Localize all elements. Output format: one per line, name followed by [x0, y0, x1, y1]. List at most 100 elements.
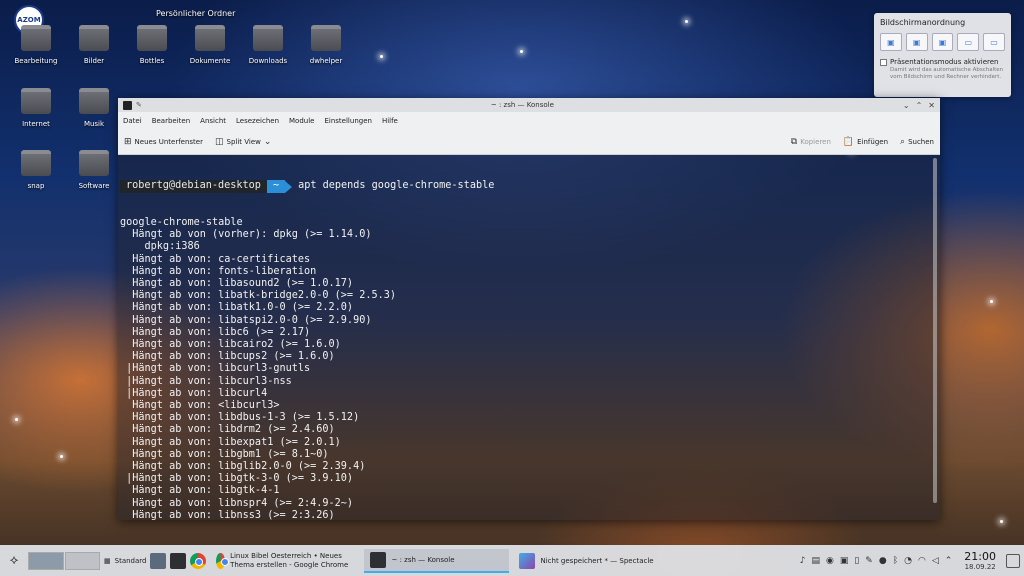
menu-einstellungen[interactable]: Einstellungen	[324, 117, 371, 125]
desktop-icon-internet[interactable]: Internet	[10, 88, 62, 128]
new-tab-button[interactable]: ⊞ Neues Unterfenster	[124, 137, 203, 147]
folder-icon	[79, 25, 109, 51]
clipboard-icon[interactable]: ▤	[811, 556, 820, 566]
star	[1000, 520, 1003, 523]
prompt: robertg@debian-desktop ~	[120, 180, 298, 193]
clock[interactable]: 21:00 18.09.22	[964, 550, 996, 571]
menu-ansicht[interactable]: Ansicht	[200, 117, 226, 125]
kdeconnect-icon[interactable]: ▯	[854, 556, 859, 566]
terminal-line: |Hängt ab von: libcurl3-gnutls	[120, 363, 311, 375]
pin-icon[interactable]: ✎	[136, 101, 142, 109]
display-icon[interactable]: ▣	[840, 556, 849, 566]
terminal-line: Hängt ab von: libcairo2 (>= 1.6.0)	[120, 339, 341, 351]
toolbar: ⊞ Neues Unterfenster ◫ Split View ⌄ ⧉ Kopier…	[118, 129, 940, 155]
terminal-line: |Hängt ab von: libgtk-3-0 (>= 3.9.10)	[120, 473, 354, 485]
paste-icon: 📋	[842, 136, 855, 147]
prompt-user: robertg@debian-desktop	[120, 180, 267, 193]
menu-lesezeichen[interactable]: Lesezeichen	[236, 117, 279, 125]
toolbar-left: ⊞ Neues Unterfenster ◫ Split View ⌄	[124, 137, 271, 147]
activity-icon: ▦	[104, 556, 111, 565]
desktop-icon-dokumente[interactable]: Dokumente	[184, 25, 236, 65]
presentation-mode-checkbox[interactable]: Präsentationsmodus aktivieren	[880, 58, 1005, 66]
notification-icon[interactable]: ●	[879, 556, 887, 566]
desktop-icon-bilder[interactable]: Bilder	[68, 25, 120, 65]
terminal-scrollbar[interactable]	[933, 158, 937, 503]
speaker-icon[interactable]: ◁	[932, 556, 939, 566]
menu-module[interactable]: Module	[289, 117, 314, 125]
terminal-line: Hängt ab von: libglib2.0-0 (>= 2.39.4)	[120, 461, 366, 473]
window-titlebar[interactable]: ✎ ~ : zsh — Konsole ⌄ ⌃ ✕	[118, 98, 940, 112]
terminal-line: Hängt ab von: libexpat1 (>= 2.0.1)	[120, 436, 341, 448]
search-button[interactable]: ⌕ Suchen	[900, 137, 934, 147]
desktop-icon-musik[interactable]: Musik	[68, 88, 120, 128]
task-chrome-label: Linux Bibel Oesterreich • Neues Thema er…	[230, 551, 349, 569]
terminal-line: Hängt ab von: libatk1.0-0 (>= 2.2.0)	[120, 302, 354, 314]
system-tray: ♪ ▤ ◉ ▣ ▯ ✎ ● ᛒ ◔ ◠ ◁ ⌃ 21:00 18.09.22	[800, 550, 1020, 571]
checkbox-box[interactable]	[880, 58, 887, 66]
split-view-button[interactable]: ◫ Split View ⌄	[215, 137, 271, 147]
konsole-app-icon[interactable]	[123, 100, 132, 110]
monitor-icon: ▭	[990, 37, 998, 47]
copy-icon: ⧉	[790, 136, 798, 147]
desktop-icon-downloads[interactable]: Downloads	[242, 25, 294, 65]
new-tab-label: Neues Unterfenster	[134, 137, 203, 146]
close-icon[interactable]: ✕	[928, 101, 935, 110]
desktop-icon-bottles[interactable]: Bottles	[126, 25, 178, 65]
task-chrome[interactable]: Linux Bibel Oesterreich • Neues Thema er…	[210, 549, 360, 573]
screen-layout-option-5[interactable]: ▭	[983, 33, 1005, 51]
copy-label: Kopieren	[800, 137, 831, 146]
prompt-line: robertg@debian-desktop ~ apt depends googl…	[120, 180, 938, 193]
monitor-icon: ▭	[964, 37, 973, 47]
pager-desktop-2[interactable]	[64, 551, 100, 570]
folder-icon	[79, 150, 109, 176]
task-spectacle[interactable]: Nicht gespeichert * — Spectacle	[513, 549, 683, 573]
terminal-line: google-chrome-stable	[120, 217, 243, 229]
desktop-icon-snap[interactable]: snap	[10, 150, 62, 190]
folder-icon	[311, 25, 341, 51]
virtual-desktop-pager[interactable]	[28, 551, 100, 570]
activity-switcher[interactable]: ▦ Standard	[104, 557, 146, 565]
terminal-area[interactable]: robertg@debian-desktop ~ apt depends googl…	[118, 155, 940, 520]
terminal-line: Hängt ab von: libnss3 (>= 2:3.26)	[120, 509, 335, 520]
terminal-line: |Hängt ab von: libcurl4	[120, 387, 268, 399]
terminal-line: |Hängt ab von: libcurl3-nss	[120, 375, 292, 387]
volume-icon[interactable]: ♪	[800, 556, 806, 566]
bluetooth-icon[interactable]: ᛒ	[893, 556, 898, 566]
split-view-label: Split View	[226, 137, 261, 146]
paste-button[interactable]: 📋 Einfügen	[843, 137, 888, 147]
show-desktop-button[interactable]	[1006, 553, 1020, 568]
star	[60, 455, 63, 458]
folder-icon	[195, 25, 225, 51]
paste-label: Einfügen	[857, 137, 889, 146]
folder-icon	[137, 25, 167, 51]
app-launcher-icon[interactable]: ⟡	[4, 551, 24, 571]
desktop-icon-dwhelper[interactable]: dwhelper	[300, 25, 352, 65]
tray-expand-icon[interactable]: ⌃	[945, 556, 953, 566]
screen-layout-option-1[interactable]: ▣	[880, 33, 902, 51]
menu-bearbeiten[interactable]: Bearbeiten	[152, 117, 190, 125]
menu-datei[interactable]: Datei	[123, 117, 142, 125]
desktop-icon-bearbeitung[interactable]: Bearbeitung	[10, 25, 62, 65]
clock-time: 21:00	[964, 550, 996, 563]
screen-layout-popup: Bildschirmanordnung ▣ ▣ ▣ ▭ ▭ Präsentati…	[874, 13, 1011, 97]
wifi-icon[interactable]: ◠	[918, 556, 926, 566]
screen-layout-option-4[interactable]: ▭	[957, 33, 980, 51]
desktop-icon-software[interactable]: Software	[68, 150, 120, 190]
terminal-launcher-icon[interactable]	[170, 552, 187, 569]
copy-button[interactable]: ⧉ Kopieren	[791, 137, 831, 147]
file-manager-icon[interactable]	[150, 552, 167, 569]
maximize-icon[interactable]: ⌃	[916, 101, 923, 110]
screen-layout-option-2[interactable]: ▣	[905, 33, 928, 51]
clock-date: 18.09.22	[964, 563, 996, 571]
screen-layout-option-3[interactable]: ▣	[931, 33, 954, 51]
task-konsole[interactable]: ~ : zsh — Konsole	[364, 548, 510, 573]
notes-icon[interactable]: ✎	[865, 556, 873, 566]
chrome-launcher-icon[interactable]	[190, 552, 207, 569]
menu-hilfe[interactable]: Hilfe	[382, 117, 398, 125]
window-title: ~ : zsh — Konsole	[490, 101, 554, 109]
terminal-line: Hängt ab von: libdrm2 (>= 2.4.60)	[120, 424, 335, 436]
minimize-icon[interactable]: ⌄	[903, 101, 910, 110]
network-icon[interactable]: ◔	[904, 556, 912, 566]
pager-desktop-1[interactable]	[28, 551, 64, 570]
updates-icon[interactable]: ◉	[826, 556, 834, 566]
